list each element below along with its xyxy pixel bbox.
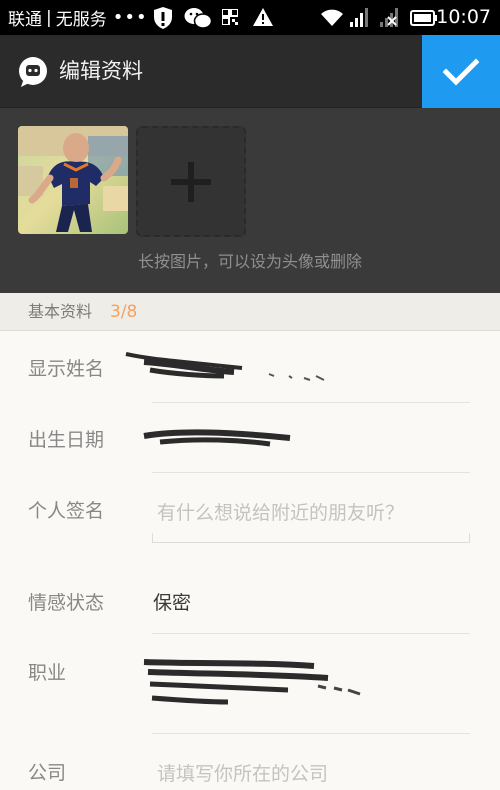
wechat-icon: [184, 8, 212, 29]
display-name-label: 显示姓名: [28, 358, 105, 380]
more-dots: •••: [112, 7, 148, 28]
signature-input[interactable]: 有什么想说给附近的朋友听？: [157, 498, 404, 525]
relationship-label: 情感状态: [28, 592, 105, 614]
redacted-name: [125, 352, 325, 381]
wifi-icon: [321, 9, 343, 26]
carrier-info: 联通 | 无服务 •••: [8, 0, 148, 35]
photo-hint: 长按图片，可以设为头像或删除: [137, 252, 362, 271]
photo-strip: 长按图片，可以设为头像或删除: [0, 108, 500, 293]
plus-icon: [171, 161, 211, 202]
divider: [152, 472, 470, 473]
divider: [152, 633, 470, 634]
header: 编辑资料: [0, 35, 500, 108]
redacted-job: [143, 659, 361, 705]
status-bar: 联通 | 无服务 ••• 10:07: [0, 0, 500, 35]
carrier-name: 联通: [8, 10, 42, 30]
add-photo-button[interactable]: [136, 126, 246, 237]
section-progress: 3/8: [110, 302, 138, 322]
page-title: 编辑资料: [59, 59, 143, 83]
qr-icon: [222, 9, 238, 25]
signal-off-icon: [380, 8, 398, 27]
clock: 10:07: [436, 6, 491, 28]
signature-input-underline: [152, 533, 470, 543]
confirm-button[interactable]: [422, 35, 500, 108]
service-status: 无服务: [55, 10, 107, 30]
company-label: 公司: [28, 762, 67, 784]
signature-label: 个人签名: [28, 500, 105, 522]
warning-icon: [253, 8, 273, 26]
app-chat-logo-icon[interactable]: [17, 56, 49, 88]
avatar-photo[interactable]: [18, 126, 128, 234]
shield-alert-icon: [154, 7, 172, 29]
signal-icon: [350, 8, 368, 27]
job-label: 职业: [28, 662, 67, 684]
battery-icon: [410, 10, 437, 26]
relationship-value[interactable]: 保密: [153, 588, 191, 615]
basic-info-section-header: 基本资料 3/8: [0, 293, 500, 331]
carrier-separator: |: [46, 7, 52, 28]
birthday-label: 出生日期: [28, 429, 105, 451]
redacted-birthday: [143, 429, 291, 447]
divider: [152, 402, 470, 403]
checkmark-icon: [443, 57, 479, 86]
section-title: 基本资料: [28, 302, 93, 321]
divider: [152, 733, 470, 734]
company-input[interactable]: 请填写你所在的公司: [157, 759, 328, 786]
